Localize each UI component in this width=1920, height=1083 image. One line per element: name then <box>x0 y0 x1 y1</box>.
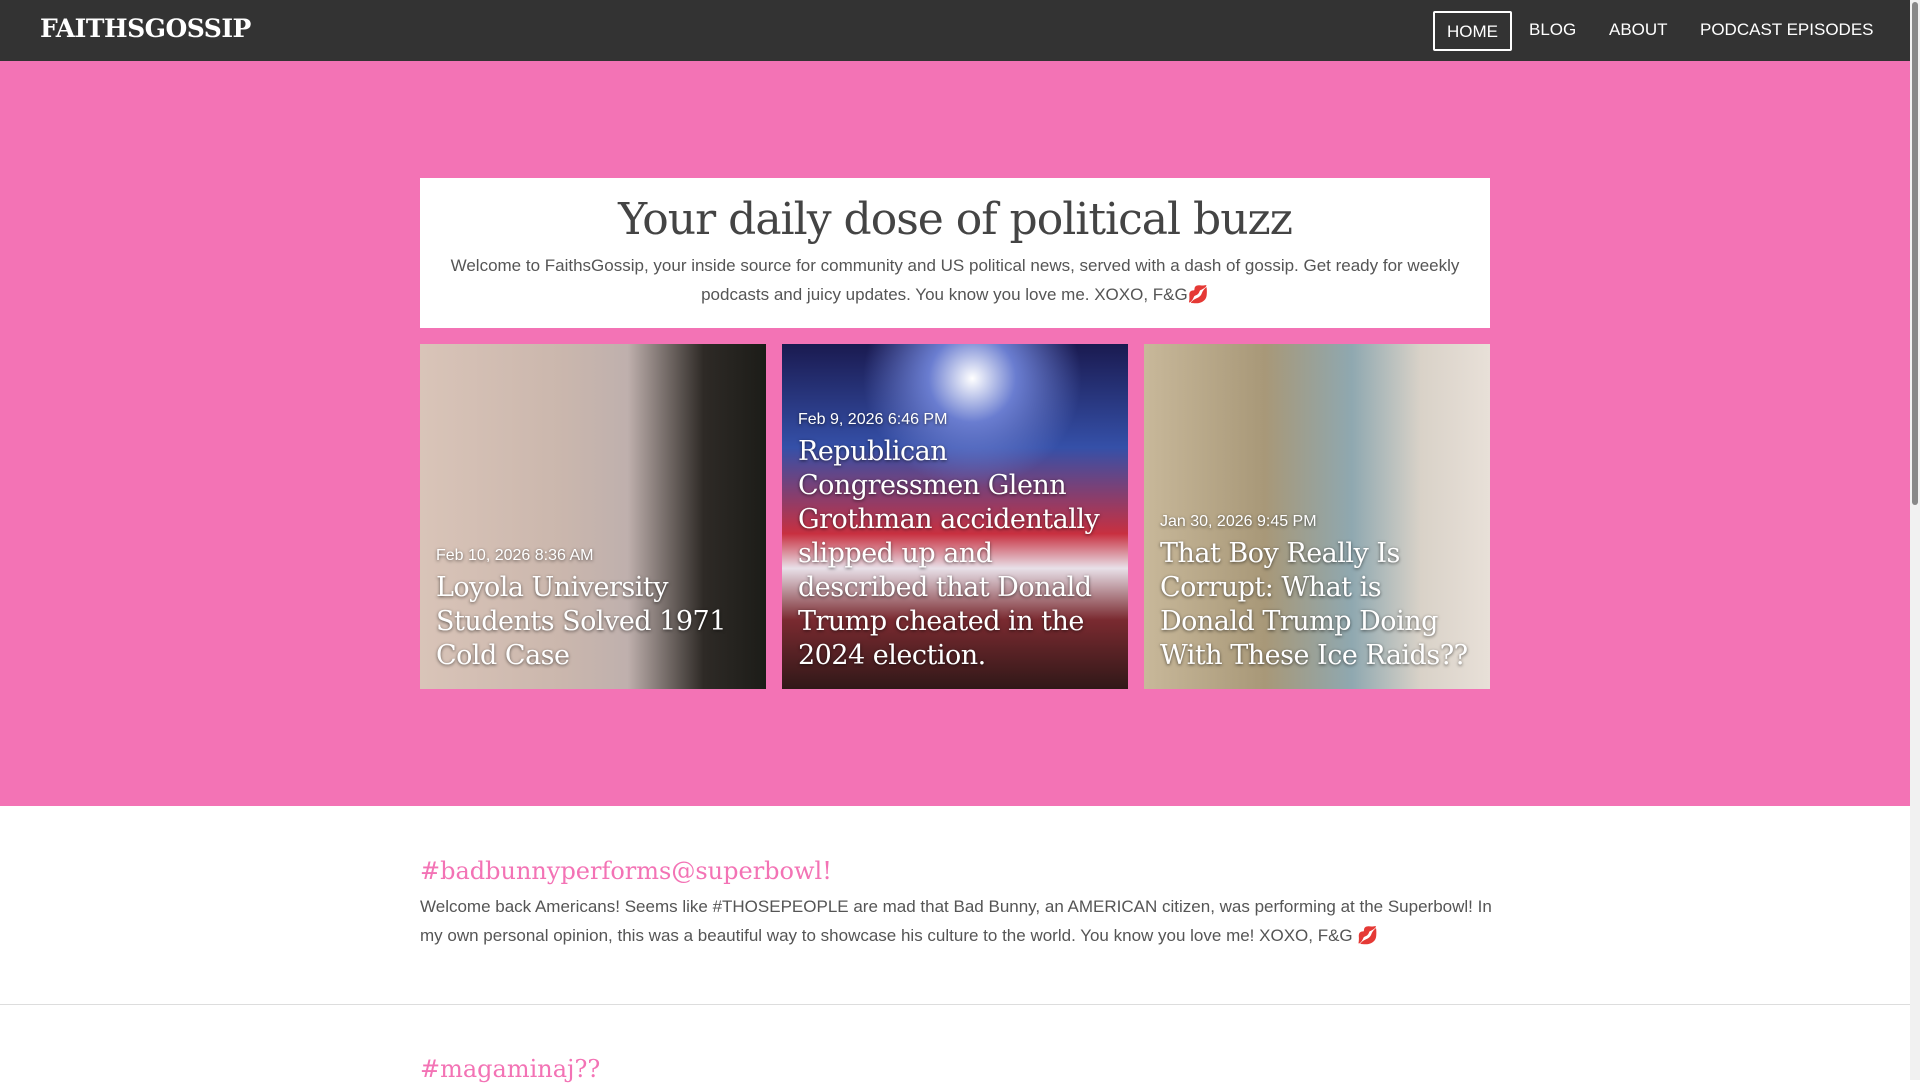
nav-blog[interactable]: BLOG <box>1517 11 1588 51</box>
blog-post-title[interactable]: #magaminaj?? <box>420 1055 600 1083</box>
site-header: FAITHSGOSSIP HOME BLOG ABOUT PODCAST EPI… <box>0 0 1910 61</box>
post-title[interactable]: Republican Congressmen Glenn Grothman ac… <box>798 435 1114 673</box>
blog-post-excerpt: Welcome back Americans! Seems like #THOS… <box>420 897 1492 945</box>
nav-podcast-episodes[interactable]: PODCAST EPISODES <box>1688 11 1886 51</box>
featured-post-card[interactable]: Feb 9, 2026 6:46 PM Republican Congressm… <box>782 344 1128 689</box>
nav-home[interactable]: HOME <box>1433 11 1512 51</box>
site-logo[interactable]: FAITHSGOSSIP <box>40 14 251 43</box>
scrollbar[interactable] <box>1910 0 1920 1080</box>
post-date: Feb 9, 2026 6:46 PM <box>798 411 948 428</box>
post-date: Feb 10, 2026 8:36 AM <box>436 547 594 564</box>
blog-post-title[interactable]: #badbunnyperforms@superbowl! <box>420 857 832 885</box>
intro-text: Welcome to FaithsGossip, your inside sou… <box>450 256 1460 304</box>
scrollbar-thumb[interactable] <box>1912 2 1918 505</box>
post-date: Jan 30, 2026 9:45 PM <box>1160 513 1317 530</box>
intro-box: Your daily dose of political buzz Welcom… <box>420 178 1490 328</box>
page-title: Your daily dose of political buzz <box>618 194 1293 245</box>
featured-post-card[interactable]: Feb 10, 2026 8:36 AM Loyola University S… <box>420 344 766 689</box>
featured-post-card[interactable]: Jan 30, 2026 9:45 PM That Boy Really Is … <box>1144 344 1490 689</box>
nav-about[interactable]: ABOUT <box>1597 11 1680 51</box>
post-title[interactable]: That Boy Really Is Corrupt: What is Dona… <box>1160 537 1476 673</box>
post-title[interactable]: Loyola University Students Solved 1971 C… <box>436 571 752 673</box>
divider <box>0 1004 1910 1005</box>
